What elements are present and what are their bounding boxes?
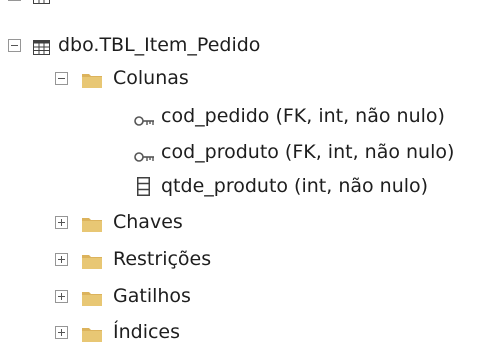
tree-node-column[interactable]: qtde_produto (int, não nulo) bbox=[137, 168, 428, 204]
tree-node-keys-folder[interactable]: Chaves bbox=[55, 204, 183, 240]
key-icon bbox=[134, 110, 155, 126]
tree-node-constraints-folder[interactable]: Restrições bbox=[55, 241, 211, 277]
expand-toggle[interactable] bbox=[55, 215, 68, 229]
expand-toggle[interactable] bbox=[55, 289, 68, 303]
collapse-toggle[interactable] bbox=[8, 38, 21, 52]
tree-node-table[interactable]: dbo.TBL_Item_Pedido bbox=[8, 27, 260, 63]
expand-toggle[interactable] bbox=[55, 252, 68, 266]
table-icon bbox=[33, 38, 50, 55]
object-explorer-tree: dbo.TBL_Item_Pedido Colunas cod_pedido (… bbox=[0, 0, 492, 343]
tree-node-previous-partial[interactable] bbox=[8, 0, 50, 12]
expand-toggle[interactable] bbox=[55, 325, 68, 339]
collapse-toggle[interactable] bbox=[8, 0, 21, 1]
folder-icon bbox=[82, 215, 102, 232]
tree-node-column[interactable]: cod_produto (FK, int, não nulo) bbox=[134, 134, 454, 170]
folder-icon bbox=[82, 325, 102, 342]
folder-icon bbox=[82, 252, 102, 269]
tree-node-label: cod_pedido (FK, int, não nulo) bbox=[161, 105, 445, 127]
folder-icon bbox=[82, 71, 102, 88]
tree-node-label: qtde_produto (int, não nulo) bbox=[161, 175, 429, 197]
tree-node-label: Gatilhos bbox=[113, 285, 191, 307]
tree-node-label: Colunas bbox=[113, 67, 189, 89]
tree-node-indexes-folder[interactable]: Índices bbox=[55, 314, 180, 350]
tree-node-label: dbo.TBL_Item_Pedido bbox=[58, 34, 261, 56]
tree-node-label: Chaves bbox=[113, 211, 183, 233]
tree-node-columns-folder[interactable]: Colunas bbox=[55, 60, 189, 96]
tree-node-label: Índices bbox=[113, 321, 181, 343]
key-icon bbox=[134, 146, 155, 162]
tree-node-triggers-folder[interactable]: Gatilhos bbox=[55, 278, 191, 314]
tree-node-label: Restrições bbox=[113, 248, 212, 270]
tree-node-label: cod_produto (FK, int, não nulo) bbox=[161, 141, 455, 163]
column-icon bbox=[137, 176, 150, 196]
folder-icon bbox=[82, 289, 102, 306]
tree-node-column[interactable]: cod_pedido (FK, int, não nulo) bbox=[134, 98, 445, 134]
table-icon bbox=[33, 0, 50, 4]
collapse-toggle[interactable] bbox=[55, 71, 68, 85]
